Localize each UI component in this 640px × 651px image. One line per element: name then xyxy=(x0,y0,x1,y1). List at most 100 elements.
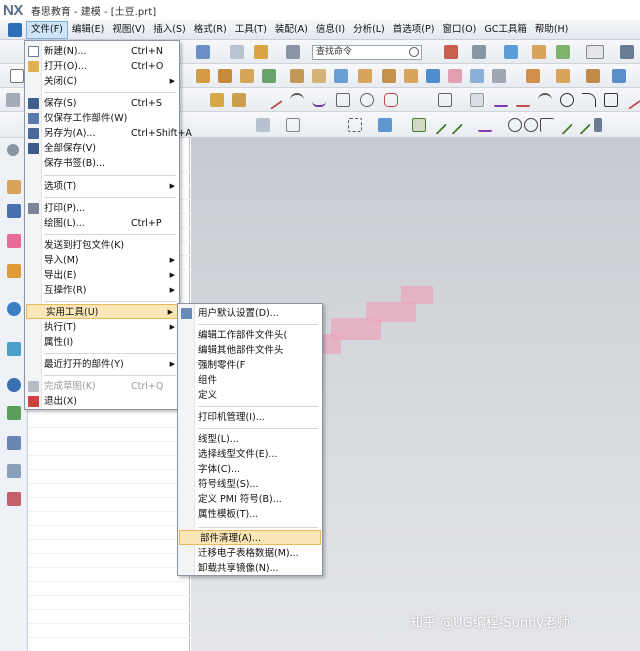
menu-view[interactable]: 视图(V) xyxy=(108,21,149,39)
menu-tools[interactable]: 工具(T) xyxy=(231,21,271,39)
menu-item-user-defaults[interactable]: 用户默认设置(D)... xyxy=(178,306,322,321)
menu-gc-toolbox[interactable]: GC工具箱 xyxy=(480,21,531,39)
curve-bridge-icon[interactable] xyxy=(538,93,552,107)
roles-icon[interactable] xyxy=(7,464,21,478)
list-item[interactable] xyxy=(28,526,190,540)
list-item[interactable] xyxy=(28,624,190,638)
list-item[interactable] xyxy=(28,442,190,456)
circle-icon[interactable] xyxy=(560,93,574,107)
list-item[interactable] xyxy=(28,428,190,442)
menu-format[interactable]: 格式(R) xyxy=(190,21,231,39)
menu-item-options[interactable]: 选项(T) ▶ xyxy=(25,179,179,194)
ellipse-icon[interactable] xyxy=(360,93,374,107)
select-solid-icon[interactable] xyxy=(378,118,392,132)
menu-item-line-font[interactable]: 线型(L)... xyxy=(178,432,322,447)
menu-item-export[interactable]: 导出(E) ▶ xyxy=(25,268,179,283)
menu-preferences[interactable]: 首选项(P) xyxy=(389,21,439,39)
constraint-navigator-icon[interactable] xyxy=(7,204,21,218)
list-item[interactable] xyxy=(28,470,190,484)
snap-arc-center-icon[interactable] xyxy=(508,118,522,132)
polygon-icon[interactable] xyxy=(336,93,350,107)
helix-icon[interactable] xyxy=(384,93,398,107)
list-item[interactable] xyxy=(28,484,190,498)
curve-project-icon[interactable] xyxy=(516,93,530,107)
datum-icon[interactable] xyxy=(6,93,20,107)
redo-icon[interactable] xyxy=(230,45,244,59)
list-item[interactable] xyxy=(28,456,190,470)
menu-file[interactable]: 文件(F) xyxy=(26,20,68,39)
point-set-icon[interactable] xyxy=(232,93,246,107)
intersect-icon[interactable] xyxy=(586,69,600,83)
subtract-icon[interactable] xyxy=(556,69,570,83)
menu-item-part-cleanup[interactable]: 部件清理(A)... xyxy=(179,530,321,545)
web-browser-icon[interactable] xyxy=(7,302,21,316)
menu-item-select-line-font-file[interactable]: 选择线型文件(E)... xyxy=(178,447,322,462)
extrude-icon[interactable] xyxy=(196,69,210,83)
assembly-navigator-icon[interactable] xyxy=(7,180,21,194)
menu-item-symbol-line-font[interactable]: 符号线型(S)... xyxy=(178,477,322,492)
menu-item-new[interactable]: 新建(N)... Ctrl+N xyxy=(25,44,179,59)
list-item[interactable] xyxy=(28,554,190,568)
list-item[interactable] xyxy=(28,498,190,512)
snap-quadrant-icon[interactable] xyxy=(524,118,538,132)
undo-icon[interactable] xyxy=(196,45,210,59)
boolean-icon[interactable] xyxy=(262,69,276,83)
menu-item-send-to-package[interactable]: 发送到打包文件(K) xyxy=(25,238,179,253)
sew-icon[interactable] xyxy=(470,69,484,83)
draft-icon[interactable] xyxy=(358,69,372,83)
offset-face-icon[interactable] xyxy=(426,69,440,83)
menu-information[interactable]: 信息(I) xyxy=(312,21,349,39)
menu-item-force-part[interactable]: 强制零件(F xyxy=(178,358,322,373)
menu-item-print[interactable]: 打印(P)... xyxy=(25,201,179,216)
menu-item-plot[interactable]: 绘图(L)... Ctrl+P xyxy=(25,216,179,231)
fillet-curve-icon[interactable] xyxy=(582,93,596,107)
list-item[interactable] xyxy=(28,582,190,596)
list-item[interactable] xyxy=(28,568,190,582)
menu-item-save-all[interactable]: 全部保存(V) xyxy=(25,141,179,156)
view-icon[interactable] xyxy=(556,45,570,59)
synchronous-icon[interactable] xyxy=(612,69,626,83)
menu-window[interactable]: 窗口(O) xyxy=(438,21,480,39)
menu-help[interactable]: 帮助(H) xyxy=(531,21,573,39)
line-icon[interactable] xyxy=(263,90,283,110)
render-style-icon[interactable] xyxy=(472,45,486,59)
thicken-icon[interactable] xyxy=(492,69,506,83)
menu-item-open[interactable]: 打开(O)... Ctrl+O xyxy=(25,59,179,74)
shell-icon[interactable] xyxy=(334,69,348,83)
menu-item-migrate-spreadsheet-data[interactable]: 迁移电子表格数据(M)... xyxy=(178,546,322,561)
repeat-command-icon[interactable] xyxy=(254,45,268,59)
snap-intersect-icon[interactable] xyxy=(478,118,492,132)
menu-item-save[interactable]: 保存(S) Ctrl+S xyxy=(25,96,179,111)
revolve-icon[interactable] xyxy=(218,69,232,83)
snap-end-icon[interactable] xyxy=(412,118,426,132)
list-item[interactable] xyxy=(28,512,190,526)
blend-icon[interactable] xyxy=(290,69,304,83)
menu-item-properties[interactable]: 属性(I) xyxy=(25,335,179,350)
menu-item-close[interactable]: 关闭(C) ▶ xyxy=(25,74,179,89)
pattern-icon[interactable] xyxy=(382,69,396,83)
shaded-view-icon[interactable] xyxy=(504,45,518,59)
rectangle-curve-icon[interactable] xyxy=(604,93,618,107)
snap-control-icon[interactable] xyxy=(443,115,463,135)
list-item[interactable] xyxy=(28,610,190,624)
menu-item-exit[interactable]: 退出(X) xyxy=(25,394,179,409)
fit-view-icon[interactable] xyxy=(444,45,458,59)
search-icon[interactable] xyxy=(409,47,419,57)
menu-item-recent-parts[interactable]: 最近打开的部件(Y) ▶ xyxy=(25,357,179,372)
unite-icon[interactable] xyxy=(526,69,540,83)
history-icon[interactable] xyxy=(7,378,21,392)
curve-offset-icon[interactable] xyxy=(494,93,508,107)
process-studio-icon[interactable] xyxy=(7,342,21,356)
trim-body-icon[interactable] xyxy=(404,69,418,83)
menu-item-edit-other-part-header[interactable]: 编辑其他部件文件头 xyxy=(178,343,322,358)
app-menu-icon[interactable] xyxy=(8,22,22,37)
snap-tangent-icon[interactable] xyxy=(553,115,573,135)
hole-icon[interactable] xyxy=(240,69,254,83)
rectangle-icon[interactable] xyxy=(438,93,452,107)
background-icon[interactable] xyxy=(586,45,604,59)
menu-analysis[interactable]: 分析(L) xyxy=(349,21,389,39)
menu-item-save-work-part[interactable]: 仅保存工作部件(W) xyxy=(25,111,179,126)
menu-item-component[interactable]: 组件 xyxy=(178,373,322,388)
menu-item-save-as[interactable]: 另存为(A)... Ctrl+Shift+A xyxy=(25,126,192,141)
menu-item-printer-management[interactable]: 打印机管理(I)... xyxy=(178,410,322,425)
